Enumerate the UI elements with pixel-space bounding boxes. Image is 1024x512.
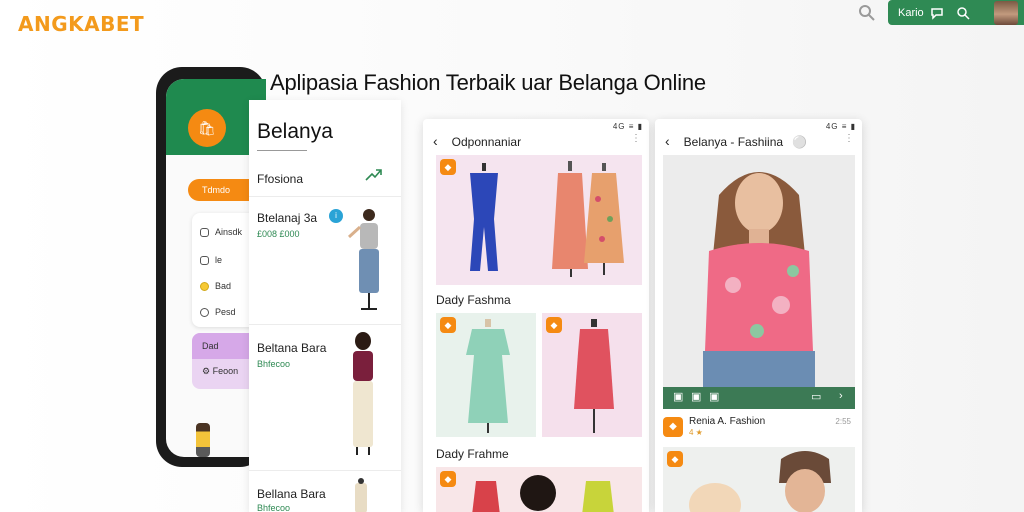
phone-menu-item[interactable]: le (200, 255, 222, 266)
title-underline (257, 150, 307, 151)
list-item[interactable]: Beltana Bara Bhfecoo (249, 324, 401, 470)
dress-illustration (470, 161, 624, 277)
product-tile[interactable]: ◆ (436, 313, 536, 437)
category-label: Dady Fashma (436, 293, 511, 307)
tag-icon: ◆ (440, 317, 456, 333)
search-icon[interactable] (858, 4, 878, 24)
tag-icon: ◆ (667, 451, 683, 467)
photo-action-bar: ▣ ▣ ▣ ▭ › (663, 387, 855, 409)
minus-circle-icon (200, 308, 209, 318)
top-nav-label[interactable]: Kario (898, 7, 930, 19)
status-bar: 4G ≡ ▮ (612, 122, 643, 131)
timestamp: 2:55 (835, 417, 851, 426)
page: ANGKABET Kario Aplipasia Fashion Terbaik… (0, 0, 1024, 512)
shop-row[interactable]: ◆ Renia A. Fashion 4 ★ 2:55 (663, 415, 855, 441)
more-menu-icon[interactable]: ⋮ (844, 133, 854, 144)
dress-illustration (574, 319, 614, 433)
tag-icon: ◆ (440, 471, 456, 487)
shopping-bag-icon[interactable]: 🛍 (188, 109, 226, 147)
checkbox-icon (200, 228, 209, 238)
phone-menu-item[interactable]: Bad (200, 281, 231, 292)
status-bar: 4G ≡ ▮ (825, 122, 856, 131)
dress-illustration (472, 475, 614, 512)
search-icon[interactable] (956, 6, 982, 20)
product-name: Btelanaj 3a (257, 211, 318, 225)
info-icon[interactable]: i (329, 209, 343, 223)
product-price: Bhfecoo (257, 359, 291, 369)
thumbnail-icon[interactable]: ▣ (673, 390, 683, 403)
gallery-icon[interactable]: ▭ (811, 390, 821, 403)
screen-header: ‹ Belanya - Fashiina ⚪ (665, 133, 808, 149)
model-photo (689, 451, 831, 512)
back-arrow-icon[interactable]: ‹ (433, 133, 438, 149)
model-thumbnail (196, 423, 210, 457)
model-photo (703, 172, 815, 387)
catalog-screen: 4G ≡ ▮ ‹ Odponnaniar ⋮ ◆ Dady Fashma ◆ ◆… (423, 119, 649, 512)
chevron-right-icon[interactable]: › (839, 390, 843, 402)
product-price: Bhfecoo (257, 503, 291, 512)
coin-icon (200, 282, 209, 292)
product-photo[interactable] (663, 155, 855, 387)
dress-illustration (466, 319, 510, 433)
thumbnail-icon[interactable]: ▣ (691, 390, 701, 403)
rating: 4 ★ (689, 428, 703, 437)
section-label[interactable]: Ffosiona (257, 172, 303, 186)
product-detail-screen: 4G ≡ ▮ ‹ Belanya - Fashiina ⚪ ⋮ ▣ ▣ ▣ ▭ ›… (655, 119, 862, 512)
avatar[interactable] (994, 0, 1018, 25)
product-name: Bellana Bara (257, 487, 326, 501)
tag-icon: ◆ (546, 317, 562, 333)
phone-menu-item[interactable]: Ainsdk (200, 227, 242, 238)
product-photo[interactable]: ◆ (663, 447, 855, 512)
list-item[interactable]: Btelanaj 3a £008 £000 i (249, 196, 401, 324)
verified-icon: ⚪ (792, 135, 808, 149)
panel-title: Belanya (257, 120, 333, 143)
top-nav: Kario (888, 0, 1024, 25)
page-title: Aplipasia Fashion Terbaik uar Belanga On… (270, 70, 706, 95)
product-name: Beltana Bara (257, 341, 327, 355)
shop-icon: ◆ (663, 417, 683, 437)
checkbox-icon (200, 256, 209, 266)
product-tile[interactable]: ◆ (436, 467, 642, 512)
thumbnail-icon[interactable]: ▣ (709, 390, 719, 403)
shopping-panel: Belanya Ffosiona Btelanaj 3a £008 £000 i… (249, 100, 401, 512)
model-figure (347, 209, 379, 310)
product-tile[interactable]: ◆ (436, 155, 642, 285)
mannequin-figure (355, 478, 367, 512)
phone-menu-item[interactable]: Pesd (200, 307, 236, 318)
back-arrow-icon[interactable]: ‹ (665, 133, 670, 149)
category-label: Dady Frahme (436, 447, 509, 461)
shop-name: Renia A. Fashion (689, 416, 766, 427)
list-item[interactable]: Bellana Bara Bhfecoo (249, 470, 401, 512)
tag-icon: ◆ (440, 159, 456, 175)
product-price: £008 £000 (257, 229, 300, 239)
screen-header: ‹ Odponnaniar (433, 133, 522, 149)
trend-arrow-icon[interactable] (365, 168, 383, 182)
product-tile[interactable]: ◆ (542, 313, 642, 437)
more-menu-icon[interactable]: ⋮ (631, 133, 641, 144)
settings-icon: ⚙ (202, 366, 213, 376)
model-figure (353, 332, 373, 455)
chat-icon[interactable] (930, 6, 956, 20)
brand-logo[interactable]: ANGKABET (18, 12, 144, 36)
